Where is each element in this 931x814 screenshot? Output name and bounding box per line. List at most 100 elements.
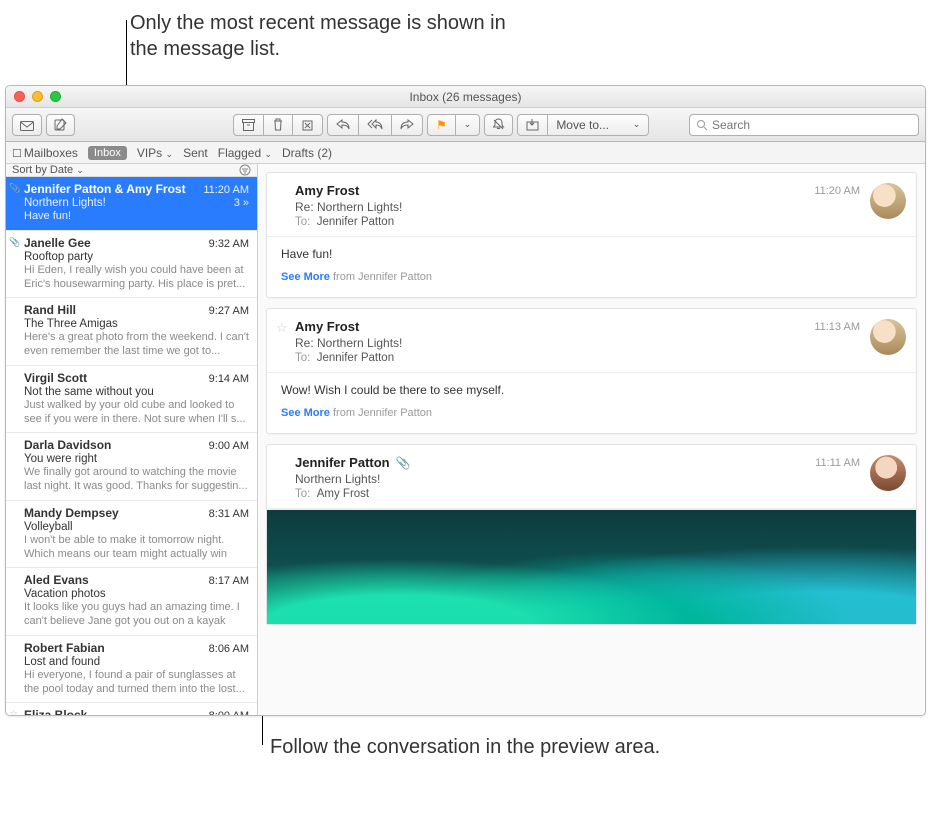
see-more-link[interactable]: See More bbox=[281, 271, 330, 283]
titlebar: Inbox (26 messages) bbox=[6, 86, 925, 108]
card-body-text: Have fun! bbox=[281, 247, 902, 261]
flag-group: ⚑ ⌄ bbox=[427, 114, 480, 136]
get-mail-button[interactable] bbox=[12, 114, 42, 136]
message-time: 9:32 AM bbox=[209, 238, 249, 250]
avatar bbox=[870, 183, 906, 219]
filter-icon[interactable] bbox=[239, 164, 251, 176]
move-to-select[interactable]: Move to... ⌄ bbox=[548, 115, 648, 135]
window-controls bbox=[6, 91, 61, 102]
search-icon bbox=[696, 119, 708, 131]
message-list-item[interactable]: Rand Hill9:27 AMThe Three AmigasHere's a… bbox=[6, 298, 257, 366]
message-time: 11:20 AM bbox=[203, 184, 249, 196]
message-from: Darla Davidson bbox=[24, 438, 111, 452]
card-sender: Amy Frost bbox=[295, 319, 902, 334]
see-more-link[interactable]: See More bbox=[281, 407, 330, 419]
message-list-item[interactable]: Robert Fabian 8:06 AM Lost and foundHi eve… bbox=[6, 636, 257, 704]
window-title: Inbox (26 messages) bbox=[6, 90, 925, 104]
message-time: 9:27 AM bbox=[209, 305, 249, 317]
conversation-card[interactable]: Amy Frost Re: Northern Lights! To: Jennife… bbox=[266, 308, 917, 434]
junk-button[interactable] bbox=[293, 115, 322, 135]
message-time: 9:00 AM bbox=[209, 440, 249, 452]
message-preview: We finally got around to watching the mo… bbox=[24, 466, 249, 494]
minimize-window-button[interactable] bbox=[32, 91, 43, 102]
card-time: 11:11 AM bbox=[815, 457, 860, 469]
message-preview: Hi everyone, I found a pair of sunglasse… bbox=[24, 669, 249, 697]
sort-bar[interactable]: Sort by Date ⌄ bbox=[6, 164, 257, 177]
favbar-vips[interactable]: VIPs ⌄ bbox=[137, 146, 173, 160]
message-from: Robert Fabian bbox=[24, 641, 105, 655]
card-time: 11:13 AM bbox=[814, 321, 860, 333]
flag-menu-button[interactable]: ⌄ bbox=[456, 115, 480, 135]
card-recipient: To: Jennifer Patton bbox=[295, 216, 902, 228]
thread-count: 3 » bbox=[234, 197, 249, 209]
message-from: Aled Evans bbox=[24, 573, 89, 587]
message-from: Virgil Scott bbox=[24, 371, 87, 385]
see-more-from: from Jennifer Patton bbox=[330, 271, 432, 283]
message-subject: You were right bbox=[24, 453, 97, 465]
message-time: 8:17 AM bbox=[209, 575, 249, 587]
message-subject: Northern Lights! bbox=[24, 197, 106, 209]
see-more-from: from Jennifer Patton bbox=[330, 407, 432, 419]
message-preview: I won't be able to make it tomorrow nigh… bbox=[24, 534, 249, 562]
message-preview: Just walked by your old cube and looked … bbox=[24, 399, 249, 427]
mute-button[interactable] bbox=[484, 114, 513, 136]
message-preview: Hi Eden, I really wish you could have be… bbox=[24, 264, 249, 292]
message-time: 8:06 AM bbox=[209, 643, 249, 655]
card-image-attachment bbox=[267, 509, 916, 624]
message-subject: Volleyball bbox=[24, 521, 73, 533]
move-to-group: Move to... ⌄ bbox=[517, 114, 649, 136]
search-box[interactable] bbox=[689, 114, 919, 136]
message-preview: It looks like you guys had an amazing ti… bbox=[24, 601, 249, 629]
message-list-item[interactable]: Eliza Block8:00 AM bbox=[6, 703, 257, 715]
card-body: Wow! Wish I could be there to see myself… bbox=[267, 373, 916, 433]
search-input[interactable] bbox=[712, 118, 912, 132]
mail-window: Inbox (26 messages) ⚑ ⌄ bbox=[5, 85, 926, 716]
message-list-item[interactable]: Aled Evans 8:17 AM Vacation photosIt looks… bbox=[6, 568, 257, 636]
card-time: 11:20 AM bbox=[814, 185, 860, 197]
avatar bbox=[870, 455, 906, 491]
main-area: Sort by Date ⌄ Jennifer Patton & Amy Fro… bbox=[6, 164, 925, 715]
message-list-item[interactable]: Darla Davidson 9:00 AM You were rightWe fi… bbox=[6, 433, 257, 501]
reply-all-button[interactable] bbox=[359, 115, 392, 135]
card-sender: Amy Frost bbox=[295, 183, 902, 198]
card-subject: Re: Northern Lights! bbox=[295, 200, 902, 214]
message-list-item[interactable]: Mandy Dempsey8:31 AMVolleyballI won't be… bbox=[6, 501, 257, 569]
zoom-window-button[interactable] bbox=[50, 91, 61, 102]
reply-group bbox=[327, 114, 423, 136]
see-more-row: See More from Jennifer Patton bbox=[281, 407, 902, 419]
favorites-bar: Mailboxes Inbox VIPs ⌄ Sent Flagged ⌄ Dr… bbox=[6, 142, 925, 164]
move-to-label: Move to... bbox=[556, 118, 609, 132]
forward-button[interactable] bbox=[392, 115, 422, 135]
conversation-card[interactable]: Jennifer Patton📎Northern Lights!To: Amy … bbox=[266, 444, 917, 625]
card-body-text: Wow! Wish I could be there to see myself… bbox=[281, 383, 902, 397]
delete-button[interactable] bbox=[264, 115, 293, 135]
favbar-inbox[interactable]: Inbox bbox=[88, 146, 127, 160]
message-list-item[interactable]: Jennifer Patton & Amy Frost11:20 AMNorth… bbox=[6, 177, 257, 231]
card-recipient: To: Jennifer Patton bbox=[295, 352, 902, 364]
reply-button[interactable] bbox=[328, 115, 359, 135]
flag-button[interactable]: ⚑ bbox=[428, 115, 456, 135]
compose-button[interactable] bbox=[46, 114, 75, 136]
message-subject: Lost and found bbox=[24, 656, 100, 668]
card-sender: Jennifer Patton📎 bbox=[295, 455, 902, 470]
favbar-drafts[interactable]: Drafts (2) bbox=[282, 146, 332, 160]
conversation-card[interactable]: Amy Frost Re: Northern Lights! To: Jennife… bbox=[266, 172, 917, 298]
message-list-item[interactable]: Janelle Gee9:32 AMRooftop partyHi Eden, … bbox=[6, 231, 257, 299]
annotation-bottom: Follow the conversation in the preview a… bbox=[270, 734, 670, 760]
message-from: Eliza Block bbox=[24, 708, 87, 715]
favbar-flagged[interactable]: Flagged ⌄ bbox=[218, 146, 272, 160]
message-time: 8:31 AM bbox=[209, 508, 249, 520]
message-subject: Vacation photos bbox=[24, 588, 106, 600]
close-window-button[interactable] bbox=[14, 91, 25, 102]
move-to-icon[interactable] bbox=[518, 115, 548, 135]
message-list: Sort by Date ⌄ Jennifer Patton & Amy Fro… bbox=[6, 164, 258, 715]
message-time: 9:14 AM bbox=[209, 373, 249, 385]
message-list-item[interactable]: Virgil Scott9:14 AMNot the same without … bbox=[6, 366, 257, 434]
card-header: Amy Frost Re: Northern Lights! To: Jennife… bbox=[267, 309, 916, 373]
preview-pane: Amy Frost Re: Northern Lights! To: Jennife… bbox=[258, 164, 925, 715]
mailboxes-button[interactable]: Mailboxes bbox=[12, 146, 78, 160]
message-subject: Rooftop party bbox=[24, 251, 93, 263]
card-subject: Re: Northern Lights! bbox=[295, 336, 902, 350]
favbar-sent[interactable]: Sent bbox=[183, 146, 208, 160]
archive-button[interactable] bbox=[234, 115, 264, 135]
